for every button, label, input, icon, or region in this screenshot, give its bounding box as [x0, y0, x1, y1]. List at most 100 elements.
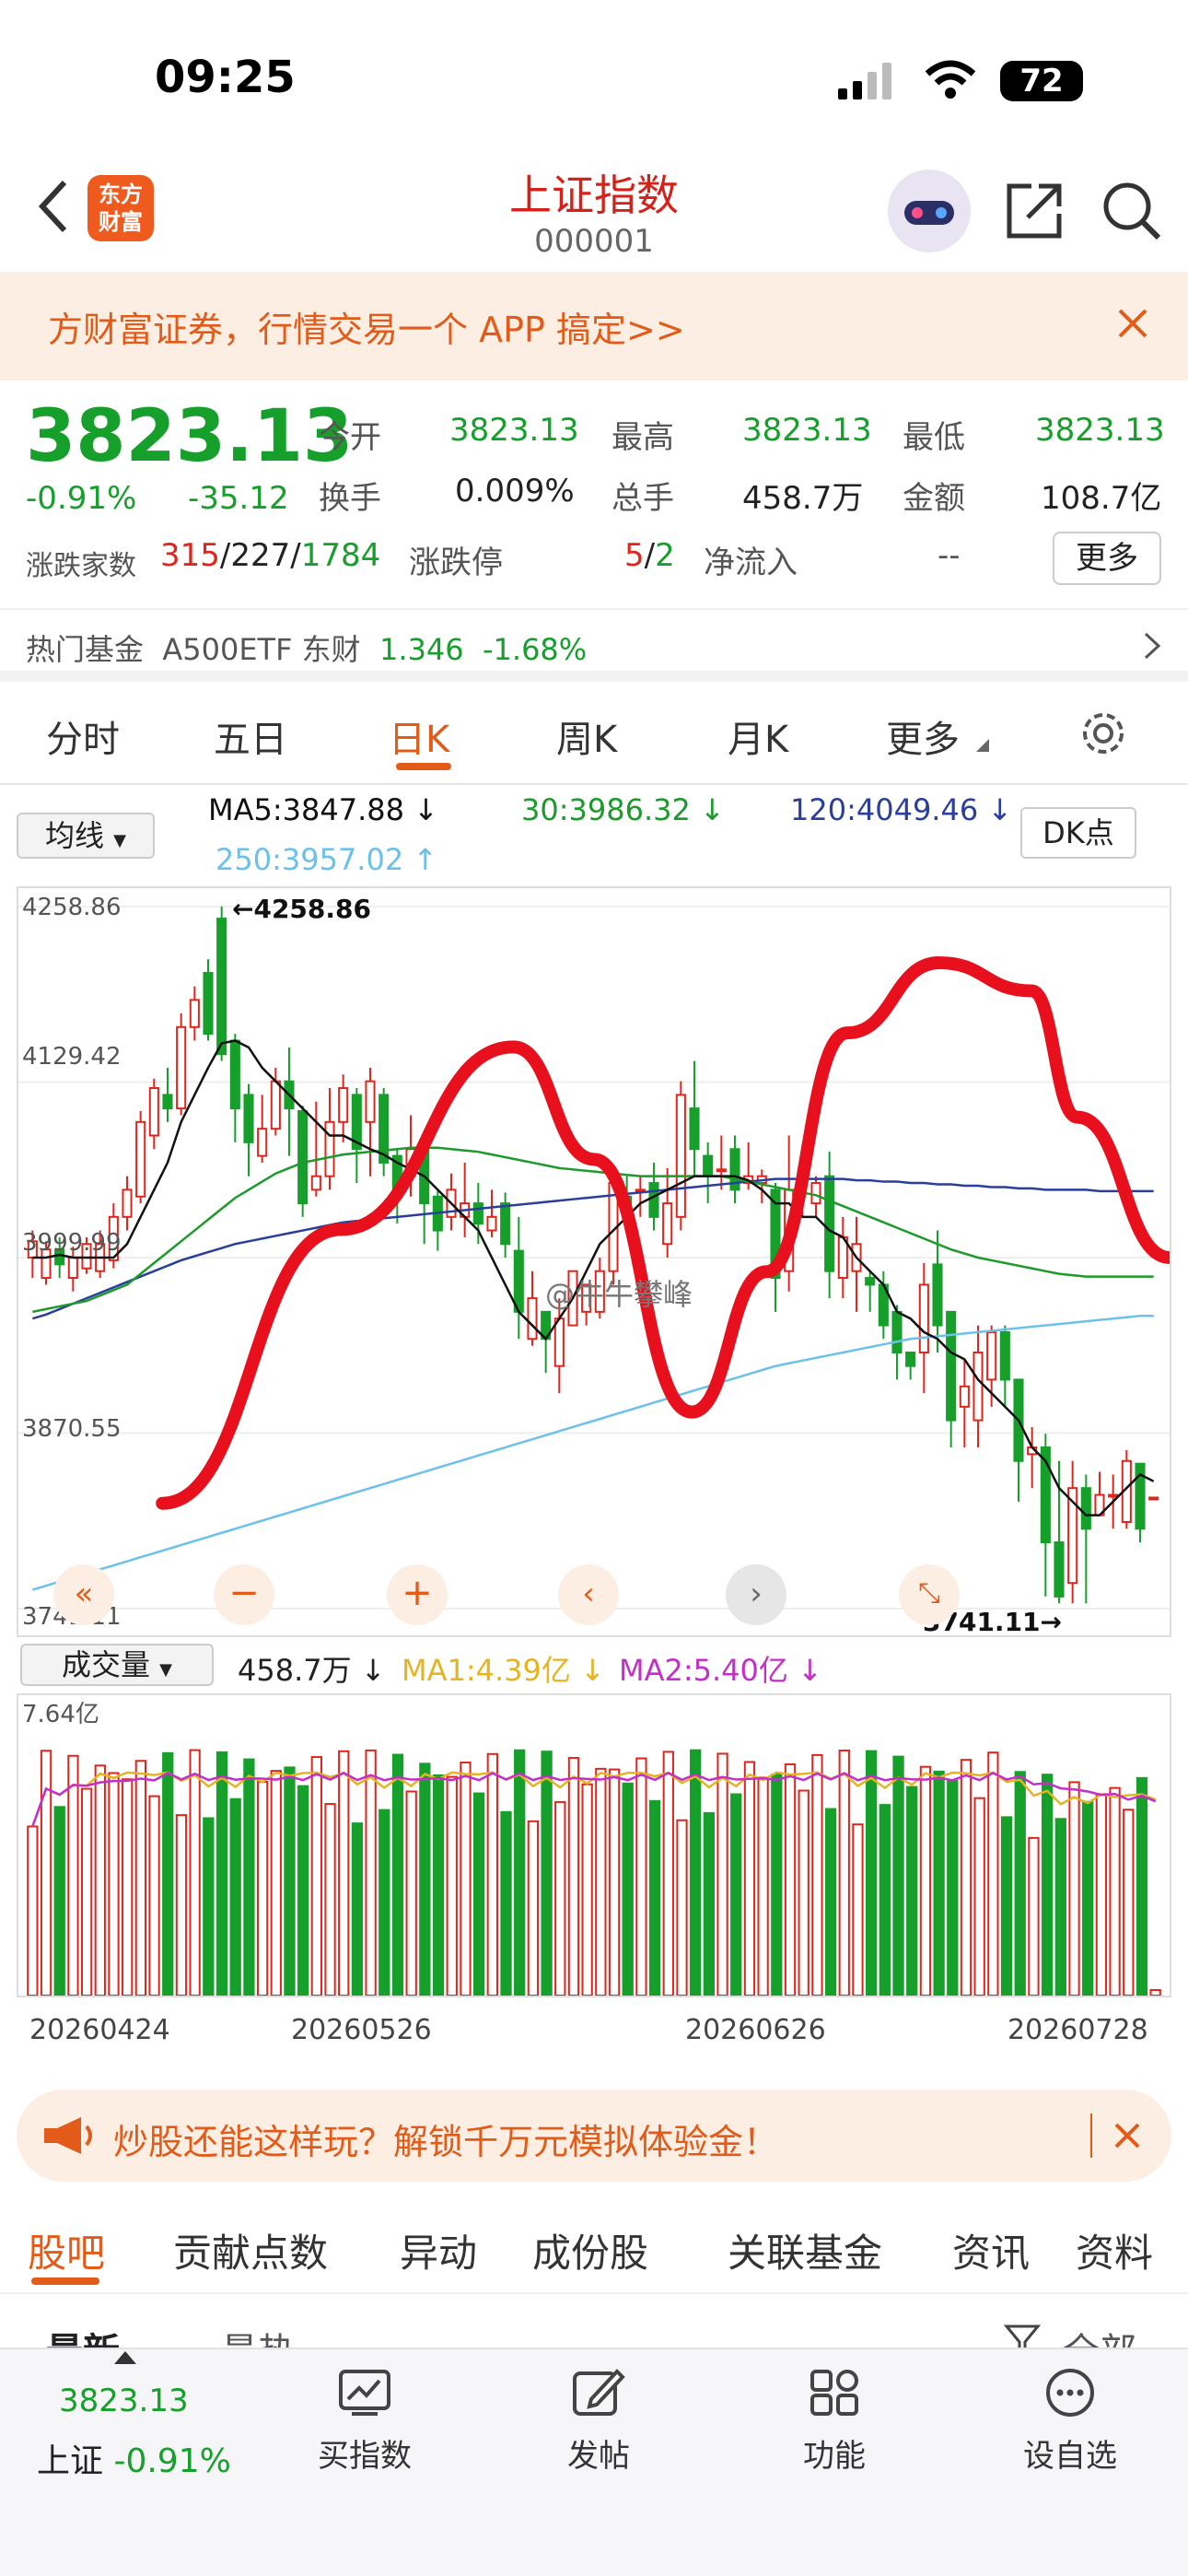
ad-banner[interactable]: 炒股还能这样玩？解锁千万元模拟体验金！ [17, 2090, 1171, 2182]
y-tick-3: 3999.99 [22, 1229, 122, 1257]
volume-bar [581, 1783, 593, 1996]
volume-bar [1109, 1786, 1121, 1996]
nav-post[interactable]: 发帖 [507, 2368, 691, 2476]
candle-body [959, 1385, 970, 1408]
fullscreen-button[interactable]: ⤡ [899, 1564, 960, 1625]
indicator-select[interactable]: 均线 ▼ [17, 813, 155, 859]
candle-body [1080, 1487, 1091, 1530]
sub-tab-hot[interactable]: 最热 [221, 2322, 295, 2348]
volume-bar [148, 1795, 160, 1996]
tab-constituents[interactable]: 成份股 [532, 2222, 648, 2278]
volume-bar [203, 1817, 215, 1996]
tab-more[interactable]: 更多 [886, 709, 960, 763]
volume-bar [338, 1750, 350, 1996]
chevron-right-icon [1144, 632, 1161, 660]
change-pct: -0.91% [26, 480, 137, 517]
sub-tab-latest[interactable]: 最新 [46, 2322, 120, 2348]
volume-bar [662, 1751, 674, 1996]
candle-body [122, 1188, 133, 1218]
volume-bar [947, 1780, 959, 1996]
candle-body [662, 1202, 673, 1246]
tab-related-funds[interactable]: 关联基金 [728, 2222, 882, 2278]
kline-chart[interactable]: 4258.86 4129.42 3999.99 3870.55 3741.11 … [17, 886, 1176, 1637]
candle-body [270, 1080, 281, 1130]
tab-news[interactable]: 资讯 [952, 2222, 1030, 2278]
nav-buy-index[interactable]: 买指数 [273, 2368, 457, 2476]
chart-icon [339, 2370, 390, 2416]
tab-5day[interactable]: 五日 [214, 709, 287, 763]
volume-bar [80, 1787, 93, 1996]
tab-profile[interactable]: 资料 [1076, 2222, 1153, 2278]
divider [1090, 2113, 1092, 2158]
volume-bar [811, 1753, 823, 1997]
tab-intraday[interactable]: 分时 [46, 709, 120, 763]
volume-svg [27, 1749, 1161, 1997]
share-icon[interactable] [1004, 181, 1065, 241]
settings-icon[interactable] [1077, 708, 1129, 759]
tab-monthly-k[interactable]: 月K [728, 709, 788, 763]
filter-icon[interactable] [1004, 2324, 1041, 2348]
volume-bar [892, 1755, 904, 1997]
bottom-nav: 3823.13 上证 -0.91% 买指数 发帖 功能 设自选 [0, 2348, 1188, 2576]
volume-total: 458.7万 ↓ [238, 1653, 386, 1688]
hot-fund-change: -1.68% [482, 632, 588, 667]
nav-index-price[interactable]: 3823.13 [59, 2383, 189, 2419]
open-label: 今开 [319, 419, 381, 456]
date-axis: 20260424 20260526 20260626 20260728 [0, 2001, 1188, 2056]
volume-bar [1014, 1771, 1026, 1996]
ad-text[interactable]: 炒股还能这样玩？解锁千万元模拟体验金！ [113, 2113, 778, 2164]
sub-tab-all[interactable]: 全部 [1063, 2322, 1136, 2348]
netflow-label: 净流入 [704, 544, 798, 581]
candle-body [675, 1094, 686, 1218]
double-left-button[interactable]: « [53, 1564, 114, 1625]
close-icon[interactable] [1116, 307, 1149, 340]
tab-guba[interactable]: 股吧 [28, 2222, 105, 2278]
candle-body [338, 1087, 349, 1123]
caret-up-icon [114, 2351, 136, 2364]
tab-contribution[interactable]: 贡献点数 [173, 2222, 328, 2278]
nav-index-summary[interactable]: 上证 -0.91% [37, 2434, 231, 2482]
candle-body [500, 1202, 511, 1246]
next-button[interactable]: › [726, 1564, 786, 1625]
candle-body [310, 1175, 321, 1191]
volume-bar [297, 1785, 309, 1996]
candle-body [648, 1182, 659, 1218]
candle-body [162, 1094, 173, 1110]
low-value: 3823.13 [1035, 412, 1165, 449]
grid-icon [810, 2370, 858, 2416]
prev-button[interactable]: ‹ [558, 1564, 619, 1625]
candle-body [973, 1352, 984, 1422]
candle-body [689, 1107, 700, 1151]
nav-add-watchlist[interactable]: 设自选 [978, 2368, 1162, 2476]
tab-weekly-k[interactable]: 周K [556, 709, 617, 763]
date-tick-2: 20260526 [291, 2014, 432, 2046]
promo-text[interactable]: 方财富证券，行情交易一个 APP 搞定>> [48, 301, 685, 352]
wifi-icon [925, 60, 976, 99]
megaphone-icon [44, 2117, 92, 2154]
volume-chart[interactable]: 7.64亿 [17, 1693, 1171, 1997]
search-icon[interactable] [1100, 179, 1164, 243]
active-tab-underline [396, 763, 451, 770]
volume-bar [162, 1751, 174, 1996]
hot-fund-row[interactable]: 热门基金 A500ETF 东财 1.346 -1.68% [0, 608, 1188, 682]
candle-body [932, 1263, 943, 1327]
candle-body [716, 1168, 727, 1173]
close-icon[interactable] [1112, 2121, 1142, 2150]
volume-bar [419, 1762, 431, 1997]
volume-bar [635, 1757, 647, 1996]
promo-banner[interactable]: 方财富证券，行情交易一个 APP 搞定>> [0, 272, 1188, 381]
dk-point-button[interactable]: DK点 [1020, 807, 1136, 859]
zoom-in-button[interactable]: + [387, 1564, 448, 1625]
tab-daily-k[interactable]: 日K [389, 709, 449, 763]
zoom-out-button[interactable]: − [214, 1564, 274, 1625]
kline-svg[interactable] [18, 888, 1176, 1635]
nav-functions[interactable]: 功能 [742, 2368, 926, 2476]
tab-movers[interactable]: 异动 [400, 2222, 477, 2278]
volume-select[interactable]: 成交量 ▼ [20, 1644, 214, 1686]
more-button[interactable]: 更多 [1053, 532, 1161, 585]
sub-tabs: 最新 最热 全部 [0, 2303, 1188, 2348]
volume-bar [716, 1752, 728, 1996]
assistant-avatar[interactable] [888, 170, 971, 252]
volume-bar [743, 1761, 756, 1996]
volume-ma1: MA1:4.39亿 ↓ [402, 1653, 605, 1688]
